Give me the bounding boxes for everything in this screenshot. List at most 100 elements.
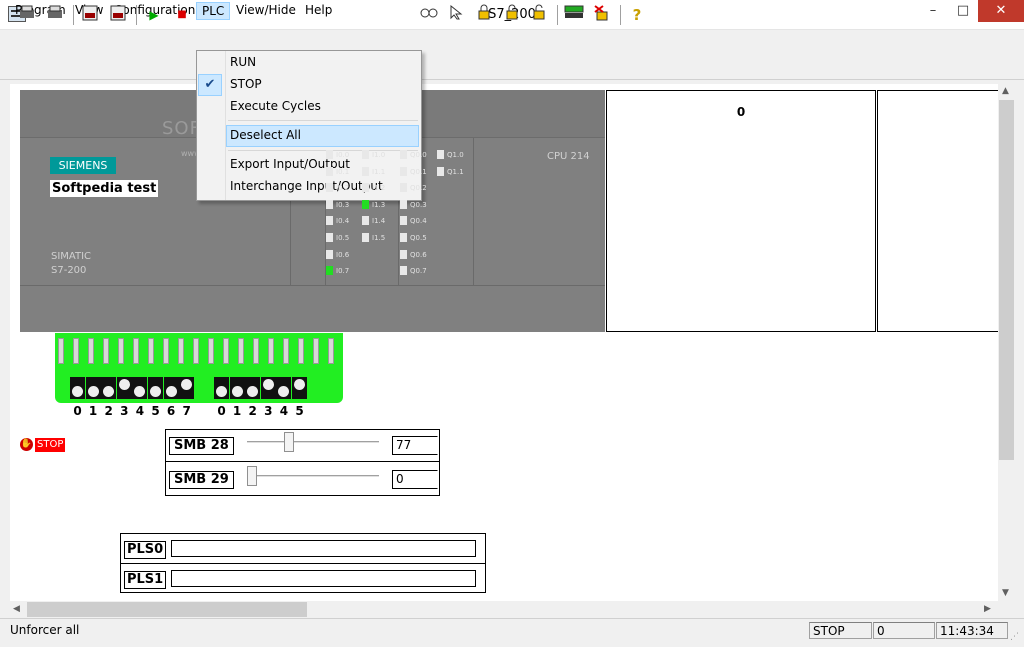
- scroll-down-arrow[interactable]: ▼: [1002, 588, 1009, 598]
- output-led: [400, 216, 407, 226]
- help-icon[interactable]: ?: [626, 4, 648, 26]
- open-file-icon[interactable]: [16, 4, 38, 26]
- counter-panel: [606, 90, 876, 332]
- menu-plc[interactable]: PLC: [196, 2, 231, 20]
- input-led: [362, 233, 369, 242]
- menu-item-run[interactable]: RUN: [230, 53, 256, 71]
- terminal-pin: [298, 338, 304, 364]
- switch-number: 5: [295, 404, 304, 418]
- input-label: I1.5: [372, 234, 386, 242]
- stop-icon[interactable]: ■: [171, 4, 193, 26]
- terminal-pin: [238, 338, 244, 364]
- smb28-slider-thumb[interactable]: [283, 432, 294, 452]
- save-file-icon[interactable]: [44, 4, 66, 26]
- switch-knob[interactable]: [72, 386, 83, 397]
- plc-upload-icon[interactable]: [79, 4, 101, 26]
- input-led: [362, 150, 369, 159]
- menu-separator: [228, 120, 418, 121]
- pls0-bar: [171, 540, 476, 557]
- smb29-slider-thumb[interactable]: [247, 466, 257, 486]
- menu-help[interactable]: Help: [300, 2, 337, 20]
- run-icon[interactable]: ▶: [143, 4, 165, 26]
- switch-number: 6: [166, 404, 176, 418]
- unlock-icon[interactable]: [501, 4, 523, 26]
- switch-knob[interactable]: [118, 379, 130, 390]
- output-label: Q0.4: [410, 217, 427, 226]
- terminal-pin: [253, 338, 259, 364]
- divider: [473, 138, 474, 285]
- terminal-pin: [223, 338, 229, 364]
- smb28-label: SMB 28: [169, 437, 234, 455]
- input-label: I1.3: [372, 200, 386, 209]
- smb28-value[interactable]: 77: [392, 436, 438, 455]
- smb28-track[interactable]: [247, 441, 379, 444]
- output-label: Q1.0: [447, 151, 464, 159]
- input-label: I0.7: [336, 267, 350, 276]
- output-label: Q0.5: [410, 234, 427, 242]
- terminal-pin: [118, 338, 124, 364]
- maximize-button[interactable]: □: [948, 0, 978, 22]
- input-label: I1.4: [372, 217, 386, 226]
- switch-number: 0: [217, 404, 226, 418]
- output-label: Q0.7: [410, 267, 427, 276]
- cursor-icon[interactable]: [446, 4, 468, 26]
- siemens-logo: SIEMENS: [50, 157, 116, 174]
- terminal-pin: [178, 338, 184, 364]
- terminal-pin: [268, 338, 274, 364]
- smb29-track[interactable]: [247, 475, 379, 478]
- switch-knob[interactable]: [294, 379, 305, 390]
- plc-download-icon[interactable]: [107, 4, 129, 26]
- status-message: Unforcer all: [10, 623, 80, 637]
- terminal-pin: [58, 338, 64, 364]
- status-time: 11:43:34: [936, 622, 1008, 639]
- input-led: [326, 199, 333, 209]
- resize-grip[interactable]: ⋰: [1010, 632, 1019, 642]
- output-led: [400, 166, 407, 176]
- input-label: I0.2: [336, 184, 350, 193]
- device-name: Softpedia test: [50, 180, 159, 197]
- menu-item-execute-cycles[interactable]: Execute Cycles: [230, 97, 321, 115]
- menu-item-deselect-all[interactable]: Deselect All: [230, 126, 301, 144]
- cpu-label: CPU 214: [547, 151, 590, 162]
- switch-knob[interactable]: [231, 386, 243, 397]
- terminal-pin: [283, 338, 289, 364]
- terminal-pin: [148, 338, 154, 364]
- minimize-button[interactable]: –: [918, 0, 948, 22]
- horizontal-scroll-thumb[interactable]: [27, 602, 307, 617]
- output-label: Q0.1: [410, 167, 427, 176]
- glasses-icon[interactable]: [418, 4, 440, 26]
- terminal-pin: [163, 338, 169, 364]
- switch-knob[interactable]: [165, 386, 177, 397]
- scroll-left-arrow[interactable]: ◀: [13, 604, 20, 614]
- close-button[interactable]: ✕: [978, 0, 1024, 22]
- menu-item-stop[interactable]: STOP: [230, 75, 262, 93]
- smb29-value[interactable]: 0: [392, 470, 438, 489]
- menu-item-interchange-io[interactable]: Interchange Input/Output: [230, 177, 383, 195]
- to200-icon[interactable]: [563, 4, 585, 26]
- lock-icon[interactable]: [473, 4, 495, 26]
- switch-knob[interactable]: [262, 379, 274, 390]
- switch-number: 4: [135, 404, 145, 418]
- output-label: Q0.6: [410, 250, 427, 259]
- menu-view-hide[interactable]: View/Hide: [231, 2, 301, 20]
- stop-sign-icon: ✋: [20, 438, 33, 451]
- menu-separator: [228, 150, 418, 151]
- divider: [165, 461, 440, 462]
- output-led: [400, 266, 407, 276]
- switch-number: 5: [151, 404, 160, 418]
- simatic-label: SIMATIC: [51, 251, 92, 262]
- terminal-pin: [328, 338, 334, 364]
- toolbar: [0, 50, 1024, 80]
- switch-knob[interactable]: [87, 386, 99, 397]
- input-label: I0.1: [336, 167, 350, 176]
- input-label: I0.6: [336, 250, 350, 259]
- switch-knob[interactable]: [216, 386, 227, 397]
- switch-number: 1: [232, 404, 242, 418]
- scroll-up-arrow[interactable]: ▲: [1002, 86, 1009, 96]
- lock-up-icon[interactable]: [529, 4, 551, 26]
- switch-knob[interactable]: [150, 386, 161, 397]
- scroll-right-arrow[interactable]: ▶: [984, 604, 991, 614]
- toolbar-separator: [620, 5, 621, 25]
- vertical-scroll-thumb[interactable]: [999, 100, 1014, 460]
- lock-cross-icon[interactable]: [591, 4, 613, 26]
